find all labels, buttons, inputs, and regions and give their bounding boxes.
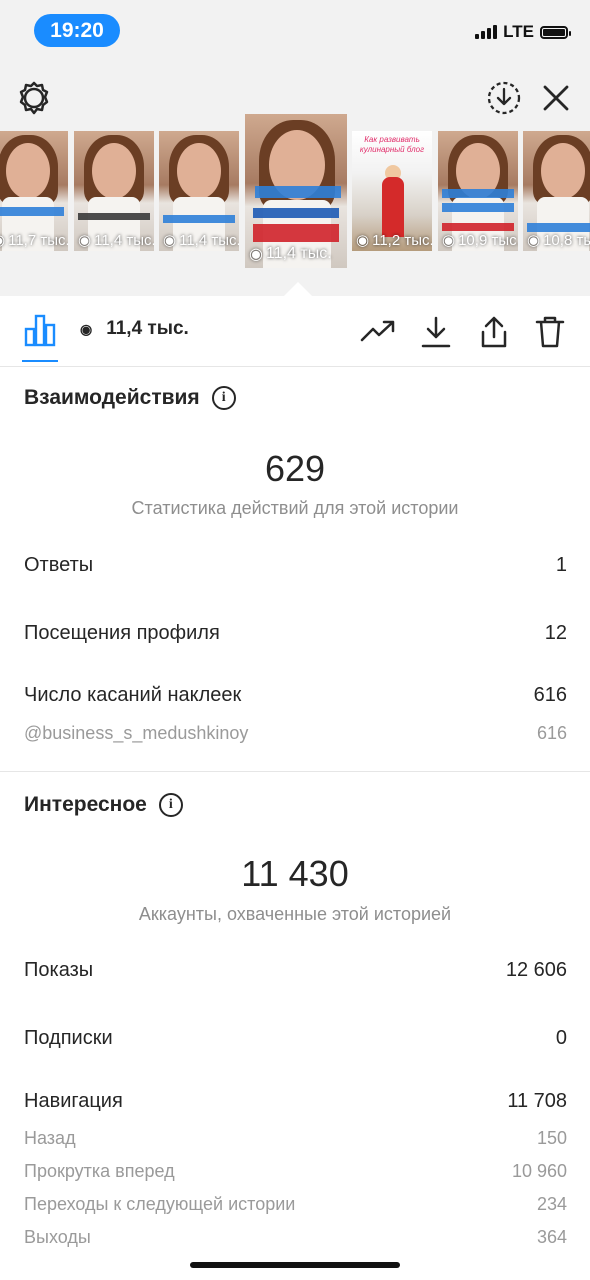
story-thumbnail[interactable]: Как развивать кулинарный блог ◉ 11,2 тыс. [352,131,432,251]
story-thumbnail[interactable]: ◉ 11,4 тыс. [74,131,154,251]
story-views: ◉11,7 тыс. [0,231,68,250]
stat-row-navigation: Навигация 11 708 [24,1090,567,1112]
battery-icon [540,25,571,39]
story-thumbnail[interactable]: ◉11,7 тыс. [0,131,68,251]
eye-icon: ◉ [356,232,370,249]
story-views: ◉ 11,2 тыс. [356,231,432,250]
stat-row-profile-visits: Посещения профиля 12 [24,622,567,644]
share-icon[interactable] [474,312,514,352]
active-tab-indicator [22,360,58,362]
stat-row-sticker-mention[interactable]: @business_s_medushkinoy 616 [24,723,567,744]
section-divider [0,771,590,772]
eye-icon: ◉ [527,232,541,249]
story-views: ◉ 11,4 тыс. [249,245,332,263]
discovery-section-title: Интересное i [24,793,183,817]
nav-row-forward: Прокрутка вперед 10 960 [24,1161,567,1181]
insights-bar-chart-icon[interactable] [20,310,60,350]
info-icon[interactable]: i [211,386,236,410]
network-label: LTE [503,22,534,41]
story-thumbnail[interactable]: ◉ 10,9 тыс. [438,131,518,251]
promote-trend-icon[interactable] [358,314,398,348]
interactions-caption: Статистика действий для этой истории [131,498,459,518]
story-thumbnail-selected[interactable]: ◉ 11,4 тыс. [245,114,347,268]
nav-row-next-story: Переходы к следующей истории 234 [24,1194,567,1214]
close-icon[interactable] [536,78,576,118]
eye-icon: ◉ [78,232,92,249]
interactions-section-title: Взаимодействия i [24,386,236,410]
story-views: ◉ 10,9 тыс. [442,231,518,250]
eye-icon: ◉ [80,320,93,337]
views-label: 11,4 тыс. [106,318,189,339]
eye-icon: ◉ [442,232,456,249]
eye-icon: ◉ [249,246,263,263]
story-thumbnail[interactable]: ◉ 11,4 тыс. [159,131,239,251]
save-download-icon[interactable] [484,78,524,118]
stat-row-impressions: Показы 12 606 [24,959,567,981]
story-views: ◉ 11,4 тыс. [163,231,239,250]
nav-row-exits: Выходы 364 [24,1227,567,1247]
reach-total: 11 430 [241,853,349,894]
eye-icon: ◉ [163,232,177,249]
status-indicators: LTE [475,22,571,42]
info-icon[interactable]: i [158,793,183,817]
views-count[interactable]: ◉ 11,4 тыс. [80,318,189,340]
story-action-bar: ◉ 11,4 тыс. [0,296,590,367]
download-icon[interactable] [416,312,456,352]
story-thumbnail[interactable]: ◉10,8 тыс. [523,131,590,251]
status-time[interactable]: 19:20 [34,14,120,47]
interactions-total: 629 [264,448,326,489]
stat-row-follows: Подписки 0 [24,1027,567,1049]
settings-gear-icon[interactable] [14,78,54,118]
stat-row-replies: Ответы 1 [24,554,567,576]
nav-row-back: Назад 150 [24,1128,567,1148]
delete-trash-icon[interactable] [530,312,570,352]
reach-caption: Аккаунты, охваченные этой историей [138,904,452,924]
signal-icon [475,25,498,39]
story-title: Как развивать кулинарный блог [359,135,425,154]
story-views: ◉ 11,4 тыс. [78,231,154,250]
home-indicator[interactable] [190,1262,400,1268]
story-views: ◉10,8 тыс. [527,231,590,250]
eye-icon: ◉ [0,231,5,249]
stat-row-sticker-taps: Число касаний наклеек 616 [24,684,567,706]
selected-story-pointer [284,282,312,296]
